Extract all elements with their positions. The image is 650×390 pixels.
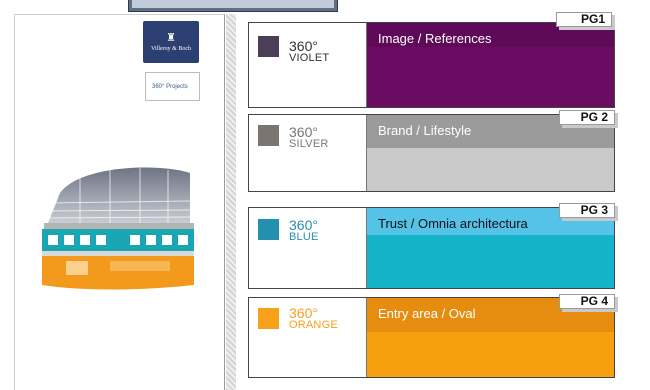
villeroy-boch-text: Villeroy & Boch [151,45,191,52]
pg-badge: PG 2 [559,110,615,125]
logo-color-name: VIOLET [289,52,330,64]
color-swatch [258,308,279,329]
crest-icon: ♜ [166,31,176,44]
villeroy-boch-logo: ♜ Villeroy & Boch [143,21,199,63]
top-tab-bar-inner [132,0,334,8]
pg-badge: PG 4 [559,294,615,309]
logo-number: 360° [289,124,318,140]
top-tab-bar [128,0,338,12]
card-label: Trust / Omnia architectura [378,216,528,231]
product-group-card[interactable]: 360° ORANGE Entry area / Oval [248,297,615,378]
card-label: Image / References [378,31,492,46]
product-group-card[interactable]: 360° SILVER Brand / Lifestyle [248,114,615,192]
card-body-band [367,332,614,377]
logo-color-name: ORANGE [289,319,338,331]
color-logo: 360° VIOLET [249,23,367,107]
card-label: Brand / Lifestyle [378,123,472,138]
logo-number: 360° [289,38,318,54]
logo-number: 360° [289,217,318,233]
card-label: Entry area / Oval [378,306,476,321]
product-group-card[interactable]: 360° BLUE Trust / Omnia architectura [248,207,615,289]
logo-color-name: BLUE [289,231,319,243]
color-logo: 360° SILVER [249,115,367,191]
color-swatch [258,36,279,57]
pg-badge: PG 3 [559,203,615,218]
pg-badge: PG1 [556,12,612,27]
color-swatch [258,125,279,146]
logo-color-name: SILVER [289,138,329,150]
projects-360-text: 360° Projects [152,83,188,90]
card-body-band [367,235,614,288]
color-logo: 360° ORANGE [249,298,367,377]
logo-number: 360° [289,305,318,321]
divider-stripe [226,14,236,390]
product-group-card[interactable]: 360° VIOLET Image / References [248,22,615,108]
card-body-band [367,148,614,191]
building-illustration [42,167,194,290]
color-logo: 360° BLUE [249,208,367,288]
card-body-band [367,47,614,107]
projects-360-logo: 360° Projects [145,72,200,101]
color-swatch [258,219,279,240]
